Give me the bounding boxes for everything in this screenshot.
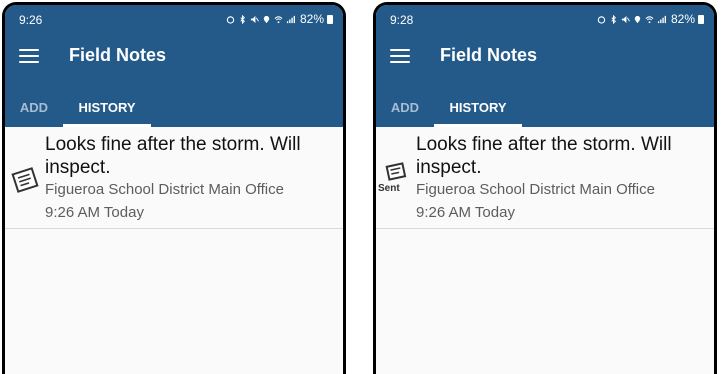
tab-bar: ADD HISTORY bbox=[5, 89, 343, 127]
signal-icon bbox=[286, 15, 295, 23]
app-bar: 9:26 82% Field Notes ADD HISTORY bbox=[5, 5, 343, 127]
tab-history[interactable]: HISTORY bbox=[434, 89, 522, 127]
toolbar: Field Notes bbox=[376, 35, 714, 83]
app-title: Field Notes bbox=[69, 45, 167, 65]
note-timestamp: 9:26 AM Today bbox=[45, 204, 144, 221]
status-bar: 9:28 82% bbox=[376, 5, 714, 35]
note-text: Looks fine after the storm. Will inspect… bbox=[45, 134, 301, 178]
history-list: Sent Looks fine after the storm. Will in… bbox=[376, 127, 714, 374]
status-bar: 9:26 82% bbox=[5, 5, 343, 35]
alarm-icon bbox=[226, 15, 235, 24]
phone-screen-after: 9:28 82% Field Notes ADD HISTORY Sent Lo… bbox=[373, 2, 717, 374]
menu-icon[interactable] bbox=[390, 49, 410, 67]
sent-label: Sent bbox=[378, 183, 400, 194]
mute-icon bbox=[250, 15, 259, 23]
tab-history[interactable]: HISTORY bbox=[63, 89, 151, 127]
location-icon bbox=[634, 15, 641, 23]
mute-icon bbox=[621, 15, 630, 23]
location-icon bbox=[263, 15, 270, 23]
status-icons: 82% bbox=[226, 12, 333, 26]
phone-screen-before: 9:26 82% Field Notes ADD HISTORY Looks f… bbox=[2, 2, 346, 374]
app-title: Field Notes bbox=[440, 45, 538, 65]
status-time: 9:26 bbox=[19, 13, 43, 27]
history-list: Looks fine after the storm. Will inspect… bbox=[5, 127, 343, 374]
note-text: Looks fine after the storm. Will inspect… bbox=[416, 134, 672, 178]
tab-add[interactable]: ADD bbox=[376, 89, 434, 127]
battery-percent: 82% bbox=[299, 12, 324, 26]
status-icons: 82% bbox=[597, 12, 704, 26]
status-time: 9:28 bbox=[390, 13, 414, 27]
alarm-icon bbox=[597, 15, 606, 24]
app-bar: 9:28 82% Field Notes ADD HISTORY bbox=[376, 5, 714, 127]
tab-add[interactable]: ADD bbox=[5, 89, 63, 127]
list-item[interactable]: Looks fine after the storm. Will inspect… bbox=[5, 127, 343, 229]
bluetooth-icon bbox=[611, 14, 616, 24]
note-location: Figueroa School District Main Office bbox=[416, 181, 655, 198]
toolbar: Field Notes bbox=[5, 35, 343, 83]
bluetooth-icon bbox=[240, 14, 245, 24]
note-timestamp: 9:26 AM Today bbox=[416, 204, 515, 221]
battery-percent: 82% bbox=[670, 12, 695, 26]
signal-icon bbox=[657, 15, 666, 23]
note-icon bbox=[11, 167, 39, 193]
wifi-icon bbox=[274, 15, 283, 23]
tab-bar: ADD HISTORY bbox=[376, 89, 714, 127]
wifi-icon bbox=[645, 15, 654, 23]
battery-icon bbox=[327, 14, 333, 24]
menu-icon[interactable] bbox=[19, 49, 39, 67]
battery-icon bbox=[698, 14, 704, 24]
note-location: Figueroa School District Main Office bbox=[45, 181, 284, 198]
list-item[interactable]: Sent Looks fine after the storm. Will in… bbox=[376, 127, 714, 229]
